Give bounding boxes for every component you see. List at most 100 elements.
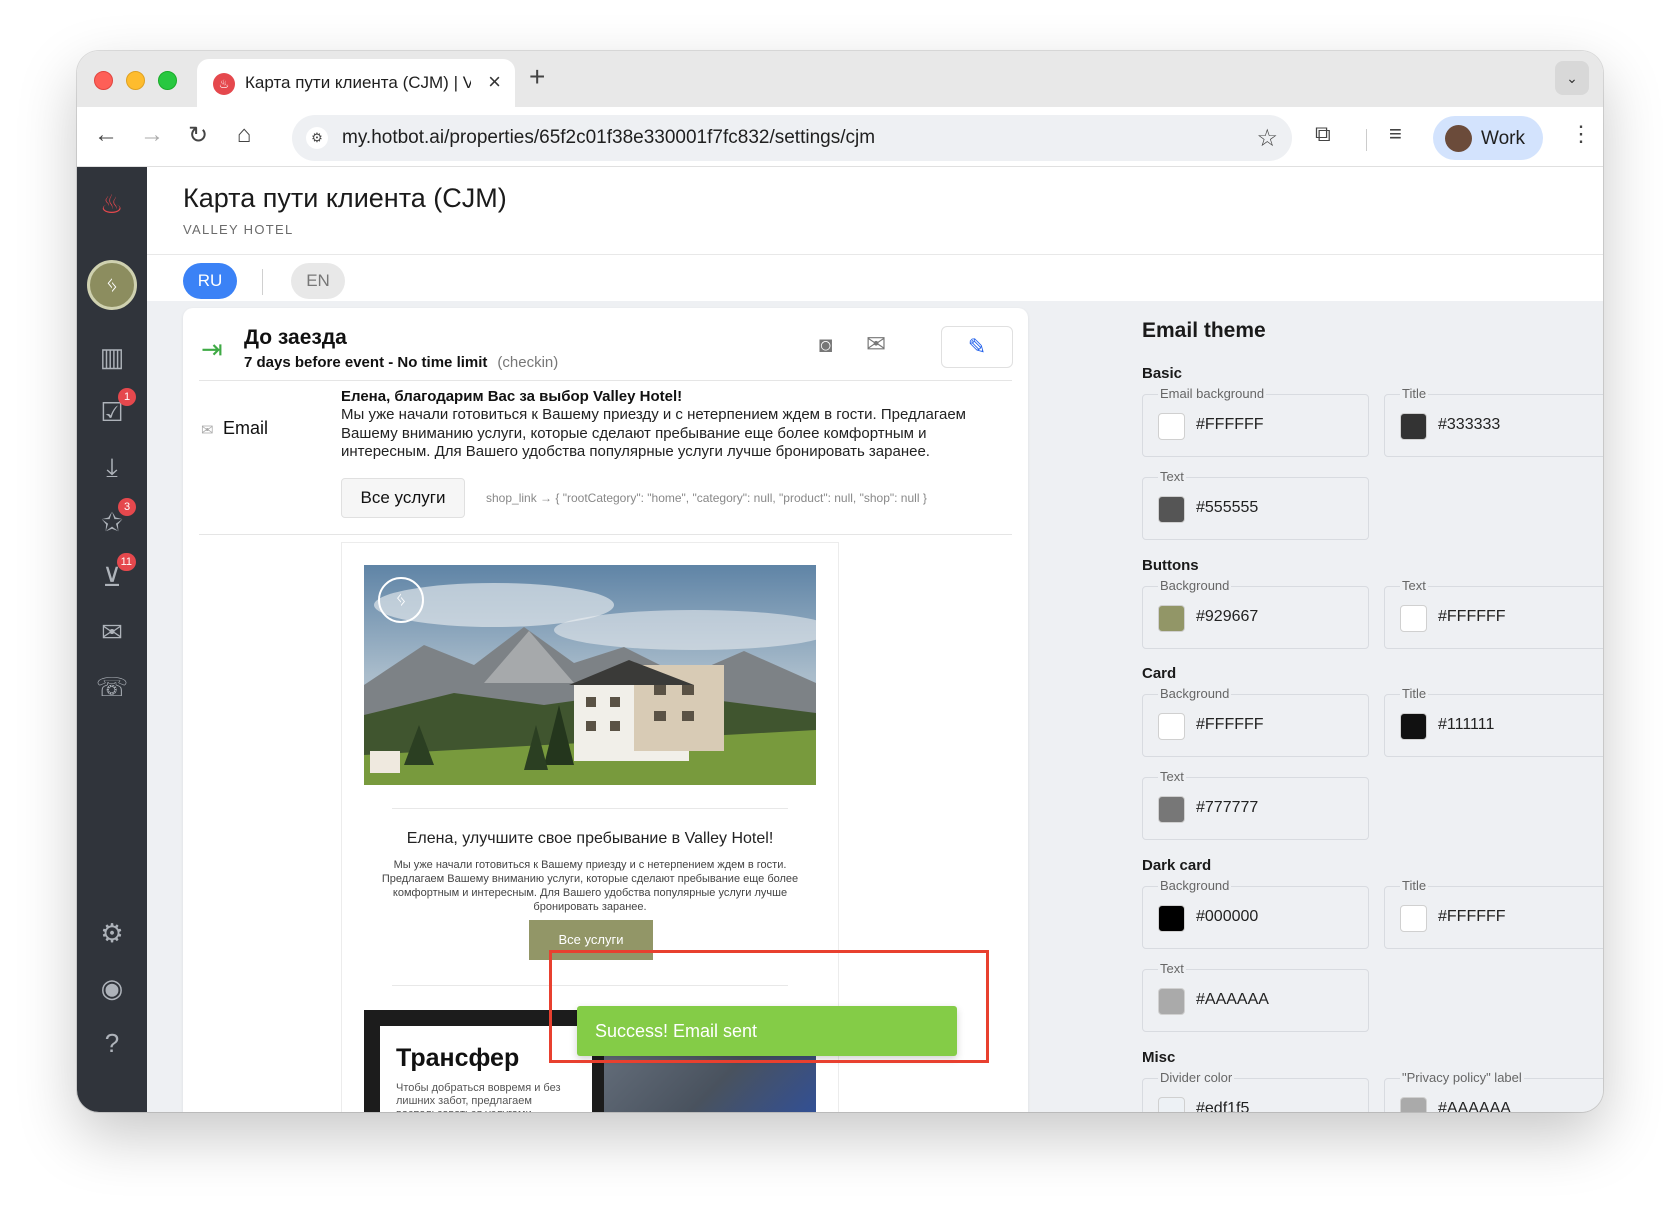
reviews-badge: 3 xyxy=(118,498,136,516)
card-title-color-field[interactable]: Title #111111 xyxy=(1384,686,1603,757)
color-value: #929667 xyxy=(1196,608,1259,625)
color-swatch[interactable] xyxy=(1400,413,1427,440)
mailing-envelope-icon[interactable]: ✉ xyxy=(94,614,130,650)
bookmark-star-icon[interactable]: ☆ xyxy=(1256,124,1278,153)
close-tab-icon[interactable]: × xyxy=(488,69,501,95)
color-value: #333333 xyxy=(1438,416,1501,433)
shop-badge: 11 xyxy=(116,553,136,571)
privacy-policy-label-color-field[interactable]: "Privacy policy" label #AAAAAA xyxy=(1384,1070,1603,1112)
avatar xyxy=(1445,125,1472,152)
card-background-color-field[interactable]: Background #FFFFFF xyxy=(1142,686,1369,757)
browser-tab[interactable]: ♨ Карта пути клиента (CJM) | V × xyxy=(197,59,515,107)
tab-strip: ♨ Карта пути клиента (CJM) | V × + ⌄ xyxy=(77,51,1603,107)
property-avatar[interactable]: ᛃ xyxy=(87,260,137,310)
field-label: Background xyxy=(1158,878,1232,893)
help-question-icon[interactable]: ? xyxy=(94,1025,130,1061)
site-settings-icon[interactable]: ⚙ xyxy=(306,127,328,149)
lang-divider xyxy=(262,269,263,295)
color-value: #555555 xyxy=(1196,499,1259,516)
toolbar-divider xyxy=(1366,129,1367,151)
reviews-star-icon[interactable]: ✩ 3 xyxy=(94,498,136,540)
section-misc: Misc xyxy=(1142,1049,1176,1066)
transfer-body: Чтобы добраться вовремя и без лишних заб… xyxy=(396,1082,561,1112)
step-meta: 7 days before event - No time limit (chec… xyxy=(244,354,558,371)
email-title: Елена, улучшите свое пребывание в Valley… xyxy=(406,830,774,847)
home-icon[interactable]: ⌂ xyxy=(229,121,259,149)
divider-color-field[interactable]: Divider color #edf1f5 xyxy=(1142,1070,1369,1112)
text-color-field[interactable]: Text #555555 xyxy=(1142,469,1369,540)
field-label: Title xyxy=(1400,878,1429,893)
button-background-color-field[interactable]: Background #929667 xyxy=(1142,578,1369,649)
inbox-download-icon[interactable]: ⤓ xyxy=(94,449,130,485)
color-value: #FFFFFF xyxy=(1438,608,1506,625)
color-swatch[interactable] xyxy=(1158,713,1185,740)
title-color-field[interactable]: Title #333333 xyxy=(1384,386,1603,457)
page-header: Карта пути клиента (CJM) VALLEY HOTEL xyxy=(147,167,1603,255)
shop-cart-icon[interactable]: ⊻ 11 xyxy=(94,553,136,595)
annotation-highlight-box xyxy=(549,950,989,1063)
preview-eye-icon[interactable]: ◙ xyxy=(819,332,832,358)
media-control-icon[interactable]: ≡ xyxy=(1389,121,1402,147)
color-swatch[interactable] xyxy=(1400,905,1427,932)
tab-search-chevron-icon[interactable]: ⌄ xyxy=(1555,61,1589,95)
tasks-badge: 1 xyxy=(118,388,136,406)
color-swatch[interactable] xyxy=(1158,605,1185,632)
email-divider xyxy=(392,808,788,809)
page-title: Карта пути клиента (CJM) xyxy=(183,183,507,213)
browser-menu-icon[interactable]: ⋮ xyxy=(1570,121,1592,147)
field-label: Title xyxy=(1400,386,1429,401)
card-text-color-field[interactable]: Text #777777 xyxy=(1142,769,1369,840)
hotbot-flame-logo-icon[interactable]: ♨ xyxy=(100,189,123,220)
field-label: Title xyxy=(1400,686,1429,701)
color-swatch[interactable] xyxy=(1158,905,1185,932)
mountain-hotel-photo xyxy=(364,565,816,785)
back-arrow-icon[interactable]: ← xyxy=(91,121,121,149)
dark-card-title-color-field[interactable]: Title #FFFFFF xyxy=(1384,878,1603,949)
color-swatch[interactable] xyxy=(1158,413,1185,440)
hotbot-favicon-icon: ♨ xyxy=(213,73,235,95)
email-theme-title: Email theme xyxy=(1142,319,1266,342)
profile-button[interactable]: Work xyxy=(1433,116,1543,160)
color-swatch[interactable] xyxy=(1400,1097,1427,1112)
tab-lang-ru[interactable]: RU xyxy=(183,263,237,299)
dark-card-text-color-field[interactable]: Text #AAAAAA xyxy=(1142,961,1369,1032)
message-cta-button[interactable]: Все услуги xyxy=(341,478,465,518)
reload-icon[interactable]: ↻ xyxy=(183,121,213,150)
address-bar[interactable]: ⚙ my.hotbot.ai/properties/65f2c01f38e330… xyxy=(292,115,1292,161)
hotel-hero-image: ᛃ xyxy=(364,565,816,785)
hotel-logo-icon: ᛃ xyxy=(378,577,424,623)
send-test-email-icon[interactable]: ✉ xyxy=(866,330,886,359)
extensions-puzzle-icon[interactable]: ⧉ xyxy=(1315,121,1331,147)
dark-card-background-color-field[interactable]: Background #000000 xyxy=(1142,878,1369,949)
settings-gear-icon[interactable]: ⚙ xyxy=(94,915,130,951)
field-label: Background xyxy=(1158,686,1232,701)
button-text-color-field[interactable]: Text #FFFFFF xyxy=(1384,578,1603,649)
new-tab-icon[interactable]: + xyxy=(529,61,545,93)
analytics-chart-icon[interactable]: ▥ xyxy=(94,339,130,375)
section-card: Card xyxy=(1142,665,1177,682)
color-swatch[interactable] xyxy=(1158,988,1185,1015)
color-swatch[interactable] xyxy=(1158,496,1185,523)
button-link-config: shop_link → { "rootCategory": "home", "c… xyxy=(486,491,927,505)
message-title: Елена, благодарим Вас за выбор Valley Ho… xyxy=(341,388,683,405)
color-value: #edf1f5 xyxy=(1196,1100,1250,1112)
field-label: Email background xyxy=(1158,386,1267,401)
tasks-check-icon[interactable]: ☑ 1 xyxy=(94,388,136,430)
edit-pencil-button[interactable]: ✎ xyxy=(941,326,1013,368)
divider xyxy=(199,380,1012,381)
transfer-title: Трансфер xyxy=(396,1044,520,1072)
email-body: Мы уже начали готовиться к Вашему приезд… xyxy=(381,859,799,913)
forward-arrow-icon[interactable]: → xyxy=(137,121,167,149)
color-swatch[interactable] xyxy=(1158,1097,1185,1112)
chat-bubble-icon[interactable]: ☏ xyxy=(94,669,130,705)
color-swatch[interactable] xyxy=(1400,605,1427,632)
maximize-window-button[interactable] xyxy=(158,71,177,90)
email-background-color-field[interactable]: Email background #FFFFFF xyxy=(1142,386,1369,457)
color-swatch[interactable] xyxy=(1158,796,1185,823)
account-user-icon[interactable]: ◉ xyxy=(94,970,130,1006)
color-swatch[interactable] xyxy=(1400,713,1427,740)
close-window-button[interactable] xyxy=(94,71,113,90)
minimize-window-button[interactable] xyxy=(126,71,145,90)
tab-lang-en[interactable]: EN xyxy=(291,263,345,299)
tab-title: Карта пути клиента (CJM) | V xyxy=(245,73,471,92)
